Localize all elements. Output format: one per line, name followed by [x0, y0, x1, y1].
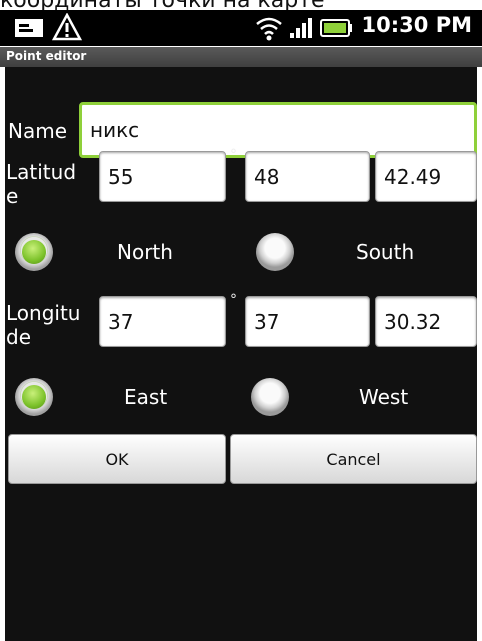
longitude-label-line2: de	[6, 325, 31, 349]
longitude-label: Longitu de	[6, 301, 80, 349]
status-time: 10:30 PM	[361, 13, 472, 37]
latitude-label-line1: Latitud	[6, 160, 77, 184]
wifi-icon	[256, 17, 282, 41]
battery-icon	[320, 19, 352, 37]
name-input[interactable]: никс	[79, 102, 477, 158]
right-frame-edge	[477, 67, 482, 641]
longitude-minutes-input[interactable]: 37	[245, 296, 370, 347]
latitude-minutes-input[interactable]: 48	[245, 151, 370, 202]
name-label: Name	[8, 119, 68, 143]
south-label: South	[356, 240, 415, 264]
south-radio[interactable]	[256, 233, 294, 271]
east-radio[interactable]	[15, 378, 53, 416]
north-label: North	[117, 240, 173, 264]
west-radio[interactable]	[251, 378, 289, 416]
ok-button[interactable]: OK	[8, 434, 226, 484]
longitude-seconds-input[interactable]: 30.32	[375, 296, 477, 347]
latitude-label-line2: e	[6, 184, 19, 208]
longitude-degrees-input[interactable]: 37	[99, 296, 226, 347]
left-frame-edge	[0, 67, 5, 641]
west-label: West	[359, 385, 409, 409]
window-title: Point editor	[6, 49, 87, 63]
message-icon	[15, 19, 43, 37]
latitude-label: Latitud e	[6, 160, 76, 208]
warning-icon	[52, 13, 82, 41]
longitude-label-line1: Longitu	[6, 301, 81, 325]
title-bar: Point editor	[0, 47, 482, 67]
latitude-seconds-input[interactable]: 42.49	[375, 151, 477, 202]
signal-icon	[290, 18, 312, 38]
status-bar: 10:30 PM	[0, 10, 482, 46]
cancel-button[interactable]: Cancel	[230, 434, 477, 484]
north-radio[interactable]	[15, 233, 53, 271]
latitude-degrees-input[interactable]: 55	[99, 151, 226, 202]
longitude-degree-symbol: °	[230, 292, 237, 308]
latitude-degree-symbol: °	[230, 147, 237, 163]
east-label: East	[124, 385, 168, 409]
